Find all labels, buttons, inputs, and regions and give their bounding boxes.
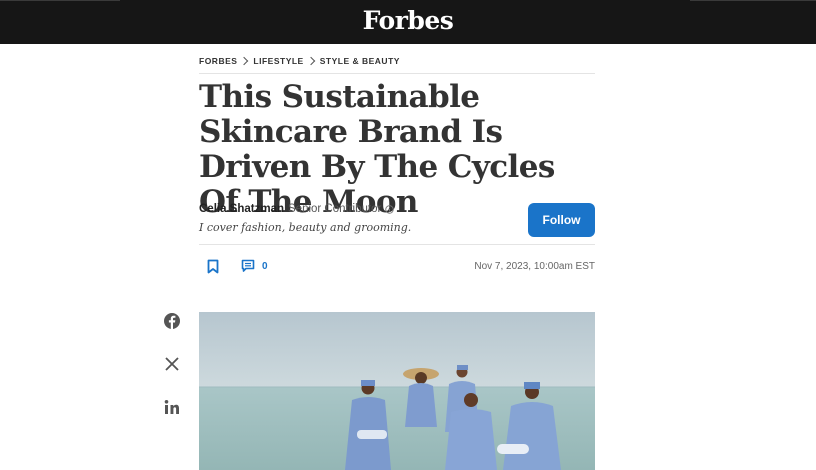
breadcrumb-item-forbes[interactable]: FORBES xyxy=(199,56,237,66)
author-bio: I cover fashion, beauty and grooming. xyxy=(199,221,412,234)
topbar-divider xyxy=(690,0,816,1)
author-role: Senior Contributor xyxy=(288,203,382,215)
breadcrumb-item-style-beauty[interactable]: STYLE & BEAUTY xyxy=(320,56,400,66)
breadcrumb-item-lifestyle[interactable]: LIFESTYLE xyxy=(253,56,303,66)
author-name[interactable]: Celia Shatzman xyxy=(199,203,284,215)
linkedin-icon[interactable] xyxy=(163,398,181,416)
x-icon[interactable] xyxy=(163,355,181,373)
follow-button[interactable]: Follow xyxy=(528,203,595,237)
chevron-right-icon xyxy=(240,56,249,66)
comment-icon[interactable] xyxy=(241,259,255,273)
chevron-right-icon xyxy=(306,56,315,66)
facebook-icon[interactable] xyxy=(163,312,181,330)
breadcrumb: FORBES LIFESTYLE STYLE & BEAUTY xyxy=(199,56,400,66)
article-headline: This Sustainable Skincare Brand Is Drive… xyxy=(199,79,555,220)
hero-image xyxy=(199,312,595,470)
publish-date: Nov 7, 2023, 10:00am EST xyxy=(474,261,595,272)
divider xyxy=(199,244,595,245)
author-line: Celia Shatzman Senior Contributor xyxy=(199,203,395,215)
top-nav-bar: Forbes xyxy=(0,0,816,44)
topbar-divider xyxy=(0,0,120,1)
divider xyxy=(199,73,595,74)
forbes-logo[interactable]: Forbes xyxy=(0,4,816,38)
bookmark-icon[interactable] xyxy=(207,259,219,274)
comment-count[interactable]: 0 xyxy=(262,261,268,272)
info-icon[interactable] xyxy=(385,204,395,214)
